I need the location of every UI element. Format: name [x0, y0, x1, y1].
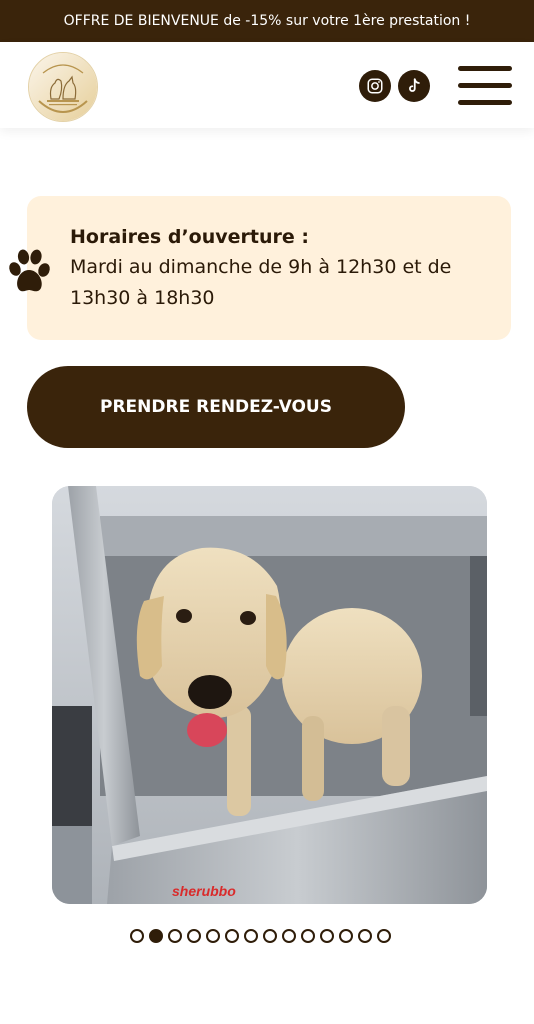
watermark-text: sherubbo	[172, 883, 236, 899]
hours-line-1: Mardi au dimanche de 9h à 12h30 et de	[70, 256, 452, 278]
hours-line-2: 13h30 à 18h30	[70, 287, 215, 309]
menu-bar	[458, 66, 512, 71]
tiktok-link[interactable]	[398, 70, 430, 102]
logo-image	[29, 53, 97, 121]
instagram-icon	[367, 78, 383, 94]
slider-image: sherubbo	[52, 486, 487, 904]
paw-icon	[6, 248, 52, 296]
slider-dot[interactable]	[187, 929, 201, 943]
hours-title: Horaires d’ouverture :	[70, 226, 309, 248]
slider-dot[interactable]	[377, 929, 391, 943]
tiktok-icon	[409, 78, 420, 92]
book-appointment-button[interactable]: PRENDRE RENDEZ-VOUS	[27, 366, 405, 448]
slider-dot[interactable]	[225, 929, 239, 943]
slider-dot[interactable]	[263, 929, 277, 943]
slider-dot[interactable]	[282, 929, 296, 943]
slider-dot[interactable]	[244, 929, 258, 943]
slider-dot[interactable]	[320, 929, 334, 943]
promo-banner: OFFRE DE BIENVENUE de -15% sur votre 1èr…	[0, 0, 534, 42]
slider-dot[interactable]	[149, 929, 163, 943]
menu-bar	[458, 83, 512, 88]
slider-dot[interactable]	[339, 929, 353, 943]
promo-text: OFFRE DE BIENVENUE de -15% sur votre 1èr…	[63, 13, 471, 29]
slider-dot[interactable]	[168, 929, 182, 943]
opening-hours-card: Horaires d’ouverture : Mardi au dimanche…	[27, 196, 511, 340]
menu-bar	[458, 100, 512, 105]
slider-dot[interactable]	[130, 929, 144, 943]
photo-slider[interactable]: sherubbo	[52, 486, 487, 904]
slider-dots	[130, 929, 391, 943]
logo[interactable]	[28, 52, 98, 122]
instagram-link[interactable]	[359, 70, 391, 102]
site-header	[0, 42, 534, 128]
slider-dot[interactable]	[301, 929, 315, 943]
slider-dot[interactable]	[358, 929, 372, 943]
slider-dot[interactable]	[206, 929, 220, 943]
hamburger-menu-icon[interactable]	[458, 66, 512, 106]
